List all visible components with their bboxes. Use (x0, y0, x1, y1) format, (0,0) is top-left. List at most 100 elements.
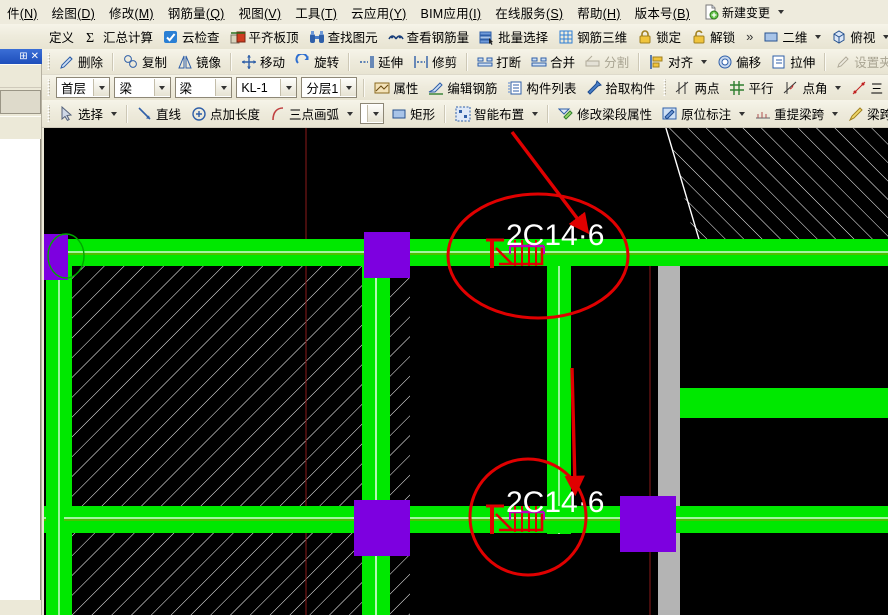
in-situ-annotation-icon (662, 107, 677, 120)
align-label: 对齐 (668, 56, 694, 70)
rectangle-button[interactable]: 矩形 (386, 102, 440, 126)
modify-beam-seg-button[interactable]: 修改梁段属性 (553, 102, 657, 126)
view-angle-button[interactable]: 俯视 (826, 25, 888, 49)
menu-rebar-qty[interactable]: 钢筋量(Q) (161, 0, 232, 25)
edit-rebar-button[interactable]: 编辑钢筋 (423, 76, 502, 100)
toolbar-grip[interactable] (47, 105, 50, 122)
member-name-combo[interactable]: KL-1 (236, 77, 298, 98)
cloud-check-button[interactable]: 云检查 (158, 25, 225, 49)
view-mode-button[interactable]: 二维 (758, 25, 826, 49)
combo-arrow-button[interactable] (215, 79, 232, 96)
stretch-button[interactable]: 拉伸 (766, 50, 820, 74)
dock-item-3[interactable] (0, 116, 41, 140)
set-grip-button[interactable]: 设置夹点 (830, 50, 888, 74)
chevron-down-icon[interactable] (778, 10, 785, 14)
layer-combo[interactable]: 分层1 (301, 77, 358, 98)
move-icon (242, 54, 257, 69)
two-point-button[interactable]: 两点 (670, 76, 724, 100)
drawing-canvas[interactable]: 2C14·6 2C14·6 (44, 128, 888, 615)
extend-button[interactable]: 延伸 (354, 50, 408, 74)
mirror-button[interactable]: 镜像 (172, 50, 226, 74)
offset-button[interactable]: 偏移 (712, 50, 766, 74)
combo-arrow-button[interactable] (153, 79, 170, 96)
span-data-copy-button[interactable]: 梁跨数据复 (843, 102, 888, 126)
menu-bim-app[interactable]: BIM应用(I) (414, 0, 489, 25)
align-slab-top-button[interactable]: 平齐板顶 (225, 25, 304, 49)
parallel-button[interactable]: 平行 (724, 76, 778, 100)
copy-button[interactable]: 复制 (118, 50, 172, 74)
toolbar-separator (363, 78, 366, 97)
move-button[interactable]: 移动 (236, 50, 290, 74)
draw-option-combo[interactable] (360, 103, 385, 124)
toolbar-grip[interactable] (663, 79, 667, 96)
properties-icon (374, 82, 390, 93)
summary-calc-button[interactable]: Σ 汇总计算 (79, 25, 158, 49)
delete-button[interactable]: 删除 (54, 50, 108, 74)
chevron-down-icon[interactable] (835, 85, 842, 90)
menu-help[interactable]: 帮助(H) (570, 0, 627, 25)
chevron-down-icon[interactable] (739, 111, 746, 116)
unlock-button[interactable]: 解锁 (686, 25, 740, 49)
menu-cloud-app[interactable]: 云应用(Y) (344, 0, 413, 25)
trim-button[interactable]: 修剪 (408, 50, 462, 74)
define-button[interactable]: 定义 (44, 25, 79, 49)
in-situ-annotation-button[interactable]: 原位标注 (657, 102, 750, 126)
pick-member-button[interactable]: 拾取构件 (581, 76, 660, 100)
slab-hatch-left (50, 260, 410, 615)
chevron-down-icon[interactable] (832, 111, 839, 116)
select-button[interactable]: 选择 (54, 102, 122, 126)
split-button[interactable]: 分割 (580, 50, 634, 74)
cloud-check-icon (164, 30, 178, 43)
three-point-arc-button[interactable]: 三点画弧 (265, 102, 358, 126)
menu-online-service[interactable]: 在线服务(S) (488, 0, 570, 25)
dock-content-area[interactable] (0, 139, 41, 600)
menu-file[interactable]: 件(N) (0, 0, 45, 25)
properties-button[interactable]: 属性 (369, 76, 423, 100)
sigma-icon: Σ (86, 31, 94, 45)
select-label: 选择 (78, 108, 104, 122)
merge-button[interactable]: 合并 (526, 50, 580, 74)
element-type-combo[interactable]: 梁 (174, 77, 233, 98)
break-button[interactable]: 打断 (472, 50, 526, 74)
chevron-down-icon[interactable] (347, 111, 354, 116)
dock-item-1[interactable] (0, 64, 41, 88)
member-list-button[interactable]: 构件列表 (502, 76, 581, 100)
close-icon[interactable]: ✕ (31, 51, 39, 62)
line-button[interactable]: 直线 (132, 102, 186, 126)
three-point-button[interactable]: 三 (846, 76, 888, 100)
category-combo[interactable]: 梁 (114, 77, 171, 98)
find-element-button[interactable]: 查找图元 (304, 25, 383, 49)
combo-arrow-button[interactable] (93, 79, 110, 96)
menu-version[interactable]: 版本号(B) (628, 0, 697, 25)
menu-view[interactable]: 视图(V) (232, 0, 289, 25)
re-extract-span-label: 重提梁跨 (774, 108, 825, 122)
chevron-down-icon[interactable] (815, 34, 822, 39)
rotate-button[interactable]: 旋转 (290, 50, 344, 74)
align-button[interactable]: 对齐 (644, 50, 712, 74)
floor-combo[interactable]: 首层 (56, 77, 111, 98)
point-angle-button[interactable]: 点角 (778, 76, 846, 100)
point-length-button[interactable]: 点加长度 (186, 102, 265, 126)
smart-layout-button[interactable]: 智能布置 (450, 102, 543, 126)
combo-arrow-button[interactable] (367, 105, 384, 122)
toolbar-overflow-button[interactable]: » (740, 29, 758, 44)
chevron-down-icon[interactable] (532, 111, 539, 116)
pin-icon[interactable]: ⊞ (19, 51, 27, 62)
toolbar-grip[interactable] (47, 53, 50, 70)
batch-select-button[interactable]: 批量选择 (474, 25, 553, 49)
chevron-down-icon[interactable] (111, 111, 118, 116)
menu-tools[interactable]: 工具(T) (288, 0, 344, 25)
combo-arrow-button[interactable] (340, 79, 357, 96)
re-extract-span-button[interactable]: 重提梁跨 (750, 102, 843, 126)
combo-arrow-button[interactable] (280, 79, 297, 96)
chevron-down-icon[interactable] (883, 34, 888, 39)
chevron-down-icon[interactable] (701, 59, 708, 64)
new-change-button[interactable]: 新建变更 (699, 2, 788, 23)
toolbar-grip[interactable] (47, 79, 50, 96)
menu-draw[interactable]: 绘图(D) (45, 0, 102, 25)
menu-modify[interactable]: 修改(M) (102, 0, 161, 25)
rebar-3d-button[interactable]: 钢筋三维 (553, 25, 632, 49)
view-rebar-qty-button[interactable]: 查看钢筋量 (383, 25, 475, 49)
lock-button[interactable]: 锁定 (632, 25, 686, 49)
dock-item-2[interactable] (0, 90, 41, 114)
